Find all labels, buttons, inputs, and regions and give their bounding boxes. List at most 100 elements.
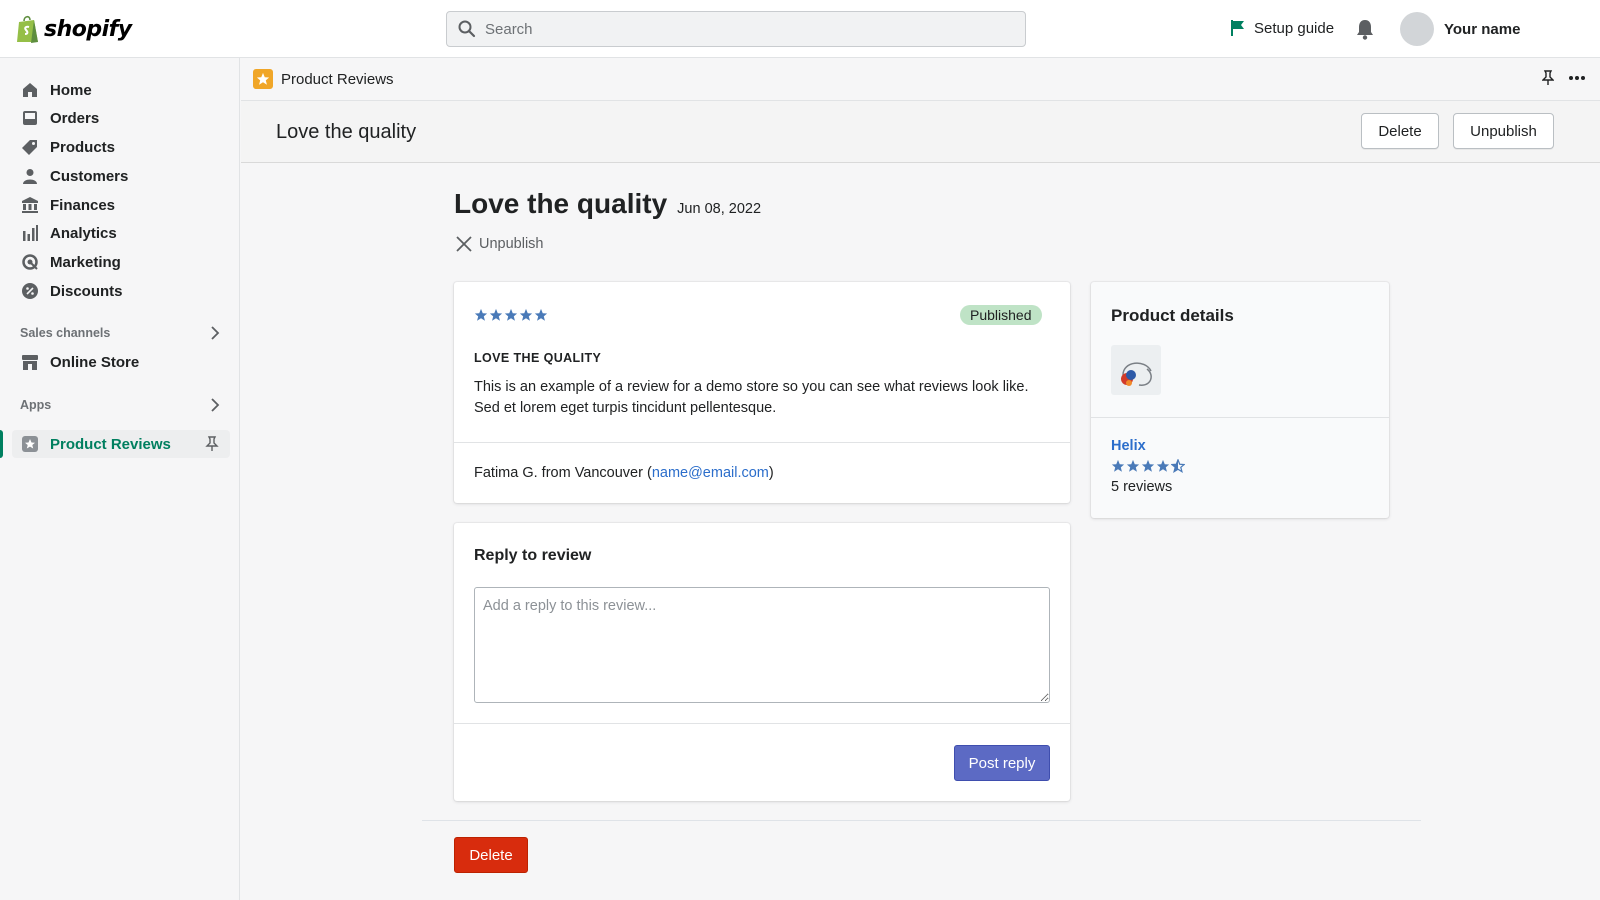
- inbox-icon: [23, 111, 37, 125]
- search-icon: [458, 20, 476, 38]
- sidebar-item-home[interactable]: Home: [12, 76, 230, 104]
- review-rating: [474, 308, 548, 322]
- product-thumbnail[interactable]: [1111, 345, 1161, 395]
- author-email-link[interactable]: name@email.com: [652, 465, 769, 481]
- target-icon: [22, 254, 38, 270]
- product-review-count: 5 reviews: [1111, 479, 1173, 495]
- author-suffix: ): [768, 465, 774, 481]
- sales-channels-title: Sales channels: [20, 326, 111, 340]
- sidebar-item-label: Product Reviews: [50, 435, 171, 453]
- sidebar-item-finances[interactable]: Finances: [12, 191, 230, 219]
- unpublish-button[interactable]: Unpublish: [1453, 113, 1554, 149]
- review-body: This is an example of a review for a dem…: [474, 379, 1029, 416]
- review-date: Jun 08, 2022: [677, 201, 762, 217]
- bell-icon: [1357, 20, 1373, 40]
- post-reply-button[interactable]: Post reply: [954, 745, 1050, 781]
- sidebar-item-label: Analytics: [50, 224, 117, 242]
- brand-name: shopify: [44, 16, 132, 42]
- search-bar[interactable]: [446, 11, 1026, 47]
- notifications-button[interactable]: [1355, 18, 1375, 43]
- delete-button[interactable]: Delete: [1361, 113, 1439, 149]
- star-icon: [534, 308, 548, 321]
- delete-review-button[interactable]: Delete: [454, 837, 528, 873]
- pin-icon[interactable]: [1542, 70, 1554, 86]
- apps-header[interactable]: Apps: [20, 398, 220, 412]
- review-title: LOVE THE QUALITY: [474, 351, 602, 365]
- discount-icon: [22, 283, 38, 299]
- star-icon: [1141, 459, 1155, 472]
- unpublish-link[interactable]: Unpublish: [455, 235, 544, 253]
- sidebar-item-discounts[interactable]: Discounts: [12, 277, 230, 305]
- sidebar-item-label: Orders: [50, 109, 100, 127]
- active-indicator: [0, 430, 3, 458]
- setup-guide-button[interactable]: Setup guide: [1230, 19, 1334, 37]
- divider: [1091, 417, 1389, 418]
- app-name: Product Reviews: [281, 70, 394, 88]
- avatar: [1400, 12, 1434, 46]
- product-rating: [1111, 459, 1185, 473]
- sidebar-item-products[interactable]: Products: [12, 133, 230, 161]
- more-horizontal-icon[interactable]: [1568, 75, 1586, 81]
- review-card: Published LOVE THE QUALITY This is an ex…: [454, 282, 1070, 503]
- user-menu[interactable]: Your name: [1400, 12, 1520, 46]
- product-name-link[interactable]: Helix: [1111, 438, 1146, 454]
- sidebar-item-analytics[interactable]: Analytics: [12, 219, 230, 247]
- chevron-right-icon: [211, 326, 220, 340]
- star-icon: [504, 308, 518, 321]
- sidebar: Home Orders Products Customers Finances …: [0, 58, 240, 900]
- reply-card: Reply to review Post reply: [454, 523, 1070, 801]
- divider: [454, 723, 1070, 724]
- pin-icon[interactable]: [204, 436, 220, 452]
- home-icon: [23, 83, 37, 97]
- person-icon: [23, 169, 37, 184]
- app-header: Product Reviews: [241, 58, 1600, 101]
- headphones-icon: [1121, 362, 1152, 386]
- sales-channels-header[interactable]: Sales channels: [20, 326, 220, 340]
- sidebar-item-label: Finances: [50, 196, 116, 214]
- star-icon: [519, 308, 533, 321]
- review-author: Fatima G. from Vancouver (name@email.com…: [474, 465, 774, 481]
- page-title: Love the quality: [454, 188, 668, 219]
- star-icon: [489, 308, 503, 321]
- star-app-icon: [22, 436, 38, 452]
- title-bar-title: Love the quality: [276, 121, 417, 143]
- top-bar: shopify Setup guide Your name: [0, 0, 1600, 58]
- close-icon: [456, 236, 472, 252]
- reply-title: Reply to review: [474, 547, 592, 564]
- page-divider: [422, 820, 1421, 821]
- shopping-bag-icon: [17, 15, 38, 43]
- sidebar-item-orders[interactable]: Orders: [12, 104, 230, 132]
- product-details-card: Product details Helix 5 reviews: [1091, 282, 1389, 518]
- star-icon: [1126, 459, 1140, 472]
- sidebar-item-label: Discounts: [50, 282, 123, 300]
- chevron-right-icon: [211, 398, 220, 412]
- author-name: Fatima G. from Vancouver (: [474, 465, 652, 481]
- sidebar-item-label: Marketing: [50, 253, 121, 271]
- product-details-title: Product details: [1111, 306, 1234, 325]
- user-name: Your name: [1444, 20, 1521, 38]
- tag-icon: [22, 140, 37, 155]
- page-heading: Love the quality Jun 08, 2022: [454, 188, 761, 220]
- flag-icon: [1231, 20, 1244, 36]
- sidebar-item-product-reviews[interactable]: Product Reviews: [12, 430, 230, 458]
- star-icon: [1156, 459, 1170, 472]
- bar-chart-icon: [23, 225, 38, 241]
- setup-guide-label: Setup guide: [1254, 19, 1335, 37]
- sidebar-item-label: Online Store: [50, 353, 140, 371]
- reply-textarea[interactable]: [474, 587, 1050, 703]
- sidebar-item-label: Customers: [50, 167, 129, 185]
- search-input[interactable]: [485, 20, 985, 38]
- unpublish-link-label: Unpublish: [479, 236, 544, 252]
- status-badge: Published: [960, 305, 1042, 325]
- shopify-logo[interactable]: shopify: [16, 14, 132, 44]
- sidebar-item-online-store[interactable]: Online Store: [12, 348, 230, 376]
- divider: [454, 442, 1070, 443]
- star-icon: [474, 308, 488, 321]
- sidebar-item-label: Home: [50, 81, 92, 99]
- sidebar-item-label: Products: [50, 138, 116, 156]
- sidebar-item-marketing[interactable]: Marketing: [12, 248, 230, 276]
- star-icon: [1111, 459, 1125, 472]
- apps-title: Apps: [20, 398, 52, 412]
- sidebar-item-customers[interactable]: Customers: [12, 162, 230, 190]
- store-icon: [22, 355, 38, 370]
